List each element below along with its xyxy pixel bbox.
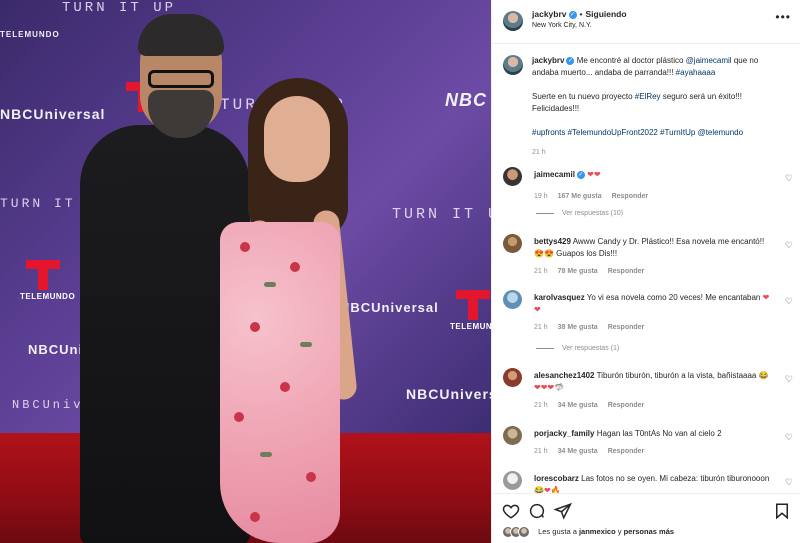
reply-button[interactable]: Responder — [608, 324, 645, 331]
share-icon[interactable] — [554, 502, 572, 520]
header-user-line: jackybrv ✓ • Siguiendo — [532, 9, 627, 19]
woman-head — [264, 96, 330, 182]
caption-time: 21 h — [532, 149, 546, 156]
man-glasses — [148, 70, 214, 88]
comment-text: Guapos los Dis!!! — [556, 249, 618, 258]
avatar[interactable] — [503, 11, 523, 31]
likes-suffix: y — [617, 526, 622, 536]
comment-likes[interactable]: 34 Me gusta — [558, 402, 598, 409]
woman-floral-dress — [220, 222, 340, 543]
comment-username[interactable]: porjacky_family — [534, 429, 594, 438]
post-caption: jackybrv ✓ Me encontré al doctor plástico… — [532, 55, 787, 159]
comment-username[interactable]: alesanchez1402 — [534, 371, 595, 380]
comment-likes[interactable]: 78 Me gusta — [558, 268, 598, 275]
comment-icon[interactable] — [528, 502, 546, 520]
backdrop-text: TURN IT UP — [392, 206, 491, 223]
like-comment-heart-icon[interactable]: ♡ — [785, 477, 793, 488]
comment-emoji: 😍😍 — [534, 249, 554, 258]
more-horizontal-icon[interactable]: ••• — [775, 10, 791, 24]
post-actions-bar: Les gusta a janmexico y personas más — [492, 493, 800, 543]
hashtag-link[interactable]: #ElRey — [635, 92, 661, 101]
comment-likes[interactable]: 38 Me gusta — [558, 324, 598, 331]
separator-dot: • — [579, 9, 583, 19]
likes-summary: Les gusta a janmexico y personas más — [502, 526, 674, 538]
view-replies-label: Ver respuestas (1) — [562, 345, 620, 352]
comment-text: Hagan las T0ntAs No van al cielo 2 — [596, 429, 722, 438]
comment-text: ❤❤ — [587, 170, 601, 179]
comment-text: Awww Candy y Dr. Plástico!! Esa novela m… — [572, 237, 765, 246]
bookmark-icon[interactable] — [773, 502, 791, 520]
like-comment-heart-icon[interactable]: ♡ — [785, 296, 793, 307]
comment-likes[interactable]: 167 Me gusta — [558, 193, 602, 200]
avatar[interactable] — [503, 426, 522, 445]
comment-time: 21 h — [534, 324, 548, 331]
view-replies-label: Ver respuestas (10) — [562, 210, 624, 217]
mention-link[interactable]: @jaimecamil — [686, 56, 732, 65]
comment-username[interactable]: karolvasquez — [534, 293, 585, 302]
backdrop-text: NBC — [445, 90, 487, 110]
comment-time: 21 h — [534, 268, 548, 275]
location-link[interactable]: New York City, N.Y. — [532, 22, 592, 29]
comment-likes[interactable]: 34 Me gusta — [558, 448, 598, 455]
hashtags-link[interactable]: #upfronts #TelemundoUpFront2022 #TurnItU… — [532, 128, 743, 137]
post-sidebar: jackybrv ✓ • Siguiendo New York City, N.Y. … — [491, 0, 800, 543]
backdrop-text: NBCUniversal — [406, 386, 491, 402]
verified-badge-icon: ✓ — [566, 56, 575, 65]
comment-text: Tiburón tiburón, tiburón a la vista, bañ… — [596, 371, 757, 380]
telemundo-logo: TELEMUNDO — [20, 260, 75, 301]
man-hair — [138, 14, 224, 56]
backdrop-text: TURN IT UP — [62, 0, 177, 16]
comment-time: 21 h — [534, 448, 548, 455]
like-comment-heart-icon[interactable]: ♡ — [785, 173, 793, 184]
backdrop-text: NBCUniversal — [0, 106, 106, 122]
caption-text: Suerte en tu nuevo proyecto — [532, 92, 633, 101]
avatar[interactable] — [503, 368, 522, 387]
avatar — [518, 526, 530, 538]
following-button[interactable]: Siguiendo — [585, 9, 626, 19]
backdrop-text: NBCUniversal — [340, 300, 439, 315]
post-header: jackybrv ✓ • Siguiendo New York City, N.Y. … — [492, 0, 800, 44]
comment-username[interactable]: lorescobarz — [534, 474, 579, 483]
comment-time: 19 h — [534, 193, 548, 200]
comment-text: Yo vi esa novela como 20 veces! Me encan… — [586, 293, 761, 302]
post-photo[interactable]: TURN IT UP TELEMUNDO NBCUniversal TURN I… — [0, 0, 491, 543]
comment-emoji: 😂❤🔥 — [534, 486, 561, 493]
view-replies-button[interactable]: Ver respuestas (10) — [536, 210, 623, 217]
hashtag-link[interactable]: #ayahaaaa — [676, 68, 716, 77]
like-comment-heart-icon[interactable]: ♡ — [785, 432, 793, 443]
verified-badge-icon: ✓ — [568, 10, 577, 19]
like-comment-heart-icon[interactable]: ♡ — [785, 374, 793, 385]
reply-button[interactable]: Responder — [608, 448, 645, 455]
liker-username-link[interactable]: janmexico — [579, 527, 616, 536]
reply-button[interactable]: Responder — [608, 268, 645, 275]
reply-button[interactable]: Responder — [608, 402, 645, 409]
username-link[interactable]: jackybrv — [532, 9, 567, 19]
comment-username[interactable]: bettys429 — [534, 237, 571, 246]
telemundo-logo: TELEMUNDO — [450, 290, 491, 331]
avatar[interactable] — [503, 167, 522, 186]
verified-badge-icon: ✓ — [576, 170, 585, 179]
caption-text: Me encontré al doctor plástico — [576, 56, 684, 65]
heart-icon[interactable] — [502, 502, 520, 520]
more-likes-link[interactable]: personas más — [624, 527, 674, 536]
avatar[interactable] — [503, 55, 523, 75]
comment-username[interactable]: jaimecamil — [534, 170, 575, 179]
avatar[interactable] — [503, 234, 522, 253]
view-replies-button[interactable]: Ver respuestas (1) — [536, 345, 619, 352]
caption-username[interactable]: jackybrv — [532, 56, 564, 65]
avatar[interactable] — [503, 471, 522, 490]
comment-text: Las fotos no se oyen. Mi cabeza: tiburón… — [581, 474, 770, 483]
comments-scroll-area[interactable]: jackybrv ✓ Me encontré al doctor plástico… — [492, 45, 800, 493]
backdrop-text: TELEMUNDO — [0, 30, 60, 39]
avatar[interactable] — [503, 290, 522, 309]
liker-avatars — [502, 526, 532, 538]
likes-prefix: Les gusta a — [538, 526, 577, 536]
reply-button[interactable]: Responder — [612, 193, 649, 200]
comment-time: 21 h — [534, 402, 548, 409]
like-comment-heart-icon[interactable]: ♡ — [785, 240, 793, 251]
